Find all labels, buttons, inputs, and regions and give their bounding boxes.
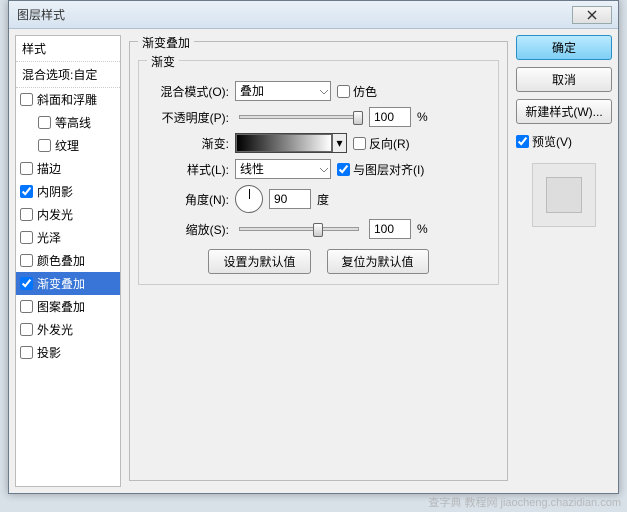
reset-default-button[interactable]: 复位为默认值 <box>327 249 429 274</box>
preview-swatch <box>532 163 596 227</box>
new-style-button[interactable]: 新建样式(W)... <box>516 99 612 124</box>
opacity-slider[interactable] <box>239 115 359 119</box>
sidebar-subheader[interactable]: 混合选项:自定 <box>16 62 120 88</box>
gradient-overlay-group: 渐变叠加 渐变 混合模式(O): 叠加 仿色 不透明度(P): <box>129 41 508 481</box>
angle-dial[interactable] <box>235 185 263 213</box>
style-item-label: 斜面和浮雕 <box>37 91 97 108</box>
gradient-inner-group: 渐变 混合模式(O): 叠加 仿色 不透明度(P): % <box>138 60 499 285</box>
style-item-9[interactable]: 图案叠加 <box>16 295 120 318</box>
gradient-preview-icon <box>236 134 332 152</box>
style-checkbox[interactable] <box>20 208 33 221</box>
style-item-label: 颜色叠加 <box>37 252 85 269</box>
style-checkbox[interactable] <box>38 116 51 129</box>
style-item-2[interactable]: 纹理 <box>16 134 120 157</box>
style-item-8[interactable]: 渐变叠加 <box>16 272 120 295</box>
style-item-label: 内发光 <box>37 206 73 223</box>
scale-label: 缩放(S): <box>149 221 229 238</box>
degree-label: 度 <box>317 191 329 208</box>
preview-checkbox-wrap[interactable]: 预览(V) <box>516 133 612 150</box>
style-select[interactable]: 线性 <box>235 159 331 179</box>
style-checkbox[interactable] <box>20 185 33 198</box>
reverse-label: 反向(R) <box>369 135 410 152</box>
main-panel: 渐变叠加 渐变 混合模式(O): 叠加 仿色 不透明度(P): <box>129 35 508 487</box>
style-checkbox[interactable] <box>38 139 51 152</box>
align-checkbox-wrap[interactable]: 与图层对齐(I) <box>337 161 424 178</box>
titlebar: 图层样式 <box>9 1 618 29</box>
style-item-11[interactable]: 投影 <box>16 341 120 364</box>
style-item-label: 外发光 <box>37 321 73 338</box>
percent-label-2: % <box>417 222 428 236</box>
style-item-3[interactable]: 描边 <box>16 157 120 180</box>
style-item-7[interactable]: 颜色叠加 <box>16 249 120 272</box>
style-checkbox[interactable] <box>20 231 33 244</box>
style-item-10[interactable]: 外发光 <box>16 318 120 341</box>
style-item-6[interactable]: 光泽 <box>16 226 120 249</box>
style-checkbox[interactable] <box>20 254 33 267</box>
style-item-label: 渐变叠加 <box>37 275 85 292</box>
style-item-label: 图案叠加 <box>37 298 85 315</box>
gradient-label: 渐变: <box>149 135 229 152</box>
right-panel: 确定 取消 新建样式(W)... 预览(V) <box>516 35 612 487</box>
ok-button[interactable]: 确定 <box>516 35 612 60</box>
style-item-label: 等高线 <box>55 114 91 131</box>
style-item-5[interactable]: 内发光 <box>16 203 120 226</box>
percent-label: % <box>417 110 428 124</box>
style-item-4[interactable]: 内阴影 <box>16 180 120 203</box>
scale-field[interactable] <box>369 219 411 239</box>
blend-mode-select[interactable]: 叠加 <box>235 81 331 101</box>
style-label: 样式(L): <box>149 161 229 178</box>
align-label: 与图层对齐(I) <box>353 161 424 178</box>
watermark-text: 查字典 教程网 jiaocheng.chazidian.com <box>428 494 621 510</box>
group-title: 渐变叠加 <box>138 34 194 51</box>
opacity-field[interactable] <box>369 107 411 127</box>
preview-checkbox[interactable] <box>516 135 529 148</box>
style-checkbox[interactable] <box>20 93 33 106</box>
style-item-label: 投影 <box>37 344 61 361</box>
style-item-label: 纹理 <box>55 137 79 154</box>
style-item-1[interactable]: 等高线 <box>16 111 120 134</box>
style-item-label: 描边 <box>37 160 61 177</box>
reverse-checkbox-wrap[interactable]: 反向(R) <box>353 135 410 152</box>
gradient-swatch[interactable]: ▾ <box>235 133 347 153</box>
set-default-button[interactable]: 设置为默认值 <box>208 249 310 274</box>
preview-label: 预览(V) <box>532 133 572 150</box>
dither-checkbox-wrap[interactable]: 仿色 <box>337 83 377 100</box>
dither-label: 仿色 <box>353 83 377 100</box>
style-checkbox[interactable] <box>20 346 33 359</box>
opacity-label: 不透明度(P): <box>149 109 229 126</box>
style-item-0[interactable]: 斜面和浮雕 <box>16 88 120 111</box>
style-checkbox[interactable] <box>20 323 33 336</box>
angle-field[interactable] <box>269 189 311 209</box>
preview-inner-icon <box>546 177 582 213</box>
dialog-window: 图层样式 样式 混合选项:自定 斜面和浮雕等高线纹理描边内阴影内发光光泽颜色叠加… <box>8 0 619 494</box>
style-checkbox[interactable] <box>20 162 33 175</box>
chevron-down-icon[interactable]: ▾ <box>332 134 346 152</box>
cancel-button[interactable]: 取消 <box>516 67 612 92</box>
styles-sidebar: 样式 混合选项:自定 斜面和浮雕等高线纹理描边内阴影内发光光泽颜色叠加渐变叠加图… <box>15 35 121 487</box>
angle-label: 角度(N): <box>149 191 229 208</box>
style-item-label: 内阴影 <box>37 183 73 200</box>
style-checkbox[interactable] <box>20 277 33 290</box>
dither-checkbox[interactable] <box>337 85 350 98</box>
inner-group-title: 渐变 <box>147 53 179 70</box>
close-button[interactable] <box>572 6 612 24</box>
style-item-label: 光泽 <box>37 229 61 246</box>
window-title: 图层样式 <box>15 6 572 23</box>
reverse-checkbox[interactable] <box>353 137 366 150</box>
content-area: 样式 混合选项:自定 斜面和浮雕等高线纹理描边内阴影内发光光泽颜色叠加渐变叠加图… <box>9 29 618 493</box>
sidebar-header[interactable]: 样式 <box>16 36 120 62</box>
blend-mode-label: 混合模式(O): <box>149 83 229 100</box>
style-checkbox[interactable] <box>20 300 33 313</box>
scale-slider[interactable] <box>239 227 359 231</box>
close-icon <box>587 10 597 20</box>
align-checkbox[interactable] <box>337 163 350 176</box>
